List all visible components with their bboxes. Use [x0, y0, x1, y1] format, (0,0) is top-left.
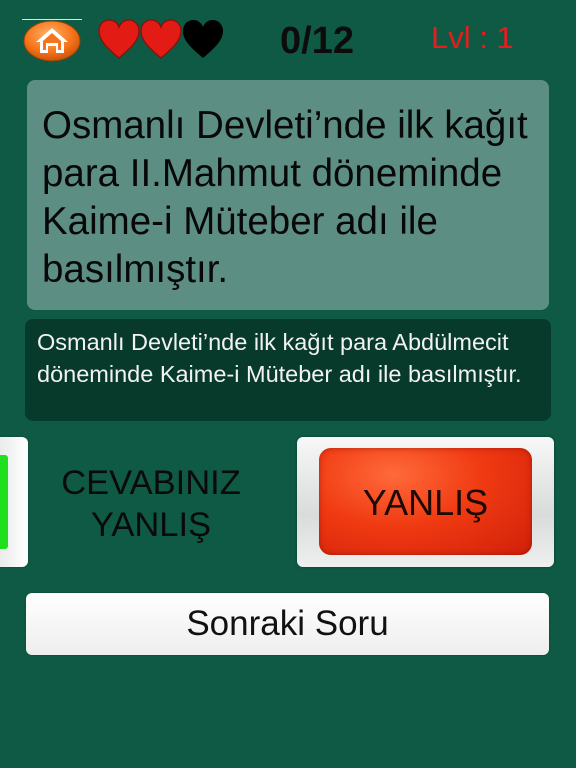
result-message: CEVABINIZ YANLIŞ [61, 464, 241, 544]
next-question-button[interactable]: Sonraki Soru [26, 593, 549, 655]
true-button[interactable] [0, 437, 28, 567]
false-button-label: YANLIŞ [362, 482, 489, 523]
correct-answer-card: Osmanlı Devleti’nde ilk kağıt para Abdül… [25, 319, 551, 421]
correct-answer-text: Osmanlı Devleti’nde ilk kağıt para Abdül… [37, 329, 522, 387]
false-button-face: YANLIŞ [319, 448, 532, 555]
home-icon [23, 20, 81, 62]
heart-empty-icon [183, 20, 223, 58]
heart-full-icon [140, 19, 182, 59]
home-button[interactable] [23, 20, 81, 62]
game-screen: 0/12 Lvl : 1 Osmanlı Devleti’nde ilk kağ… [0, 0, 576, 768]
score-counter: 0/12 [280, 20, 354, 62]
true-button-face [0, 455, 8, 549]
level-indicator: Lvl : 1 [431, 20, 514, 55]
question-text: Osmanlı Devleti’nde ilk kağıt para II.Ma… [42, 104, 528, 291]
question-card: Osmanlı Devleti’nde ilk kağıt para II.Ma… [27, 80, 549, 310]
heart-full-icon [98, 19, 140, 59]
false-button[interactable]: YANLIŞ [297, 437, 554, 567]
lives-indicator [98, 18, 224, 62]
